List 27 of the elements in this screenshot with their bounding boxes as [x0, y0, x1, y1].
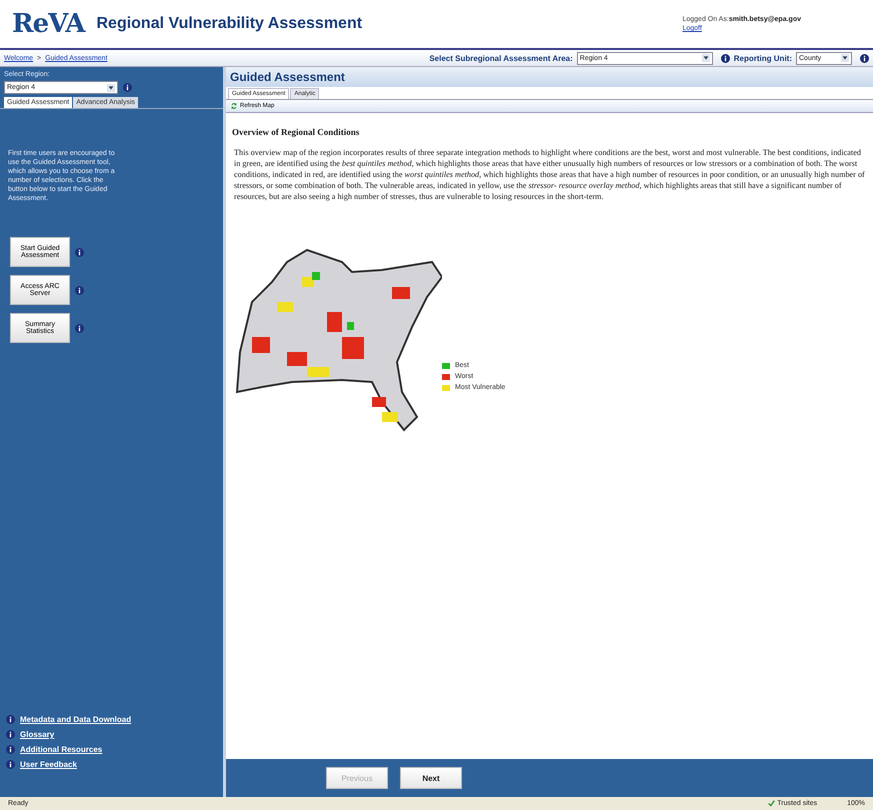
info-icon[interactable] — [860, 54, 869, 62]
sidebar-link[interactable]: Additional Resources — [20, 745, 102, 754]
nav-button[interactable]: Next — [400, 767, 462, 789]
info-icon[interactable] — [6, 730, 15, 739]
info-icon[interactable] — [6, 745, 15, 754]
info-icon[interactable] — [75, 248, 84, 256]
info-icon[interactable] — [123, 83, 132, 92]
sidebar-link[interactable]: User Feedback — [20, 760, 77, 769]
refresh-icon — [230, 102, 238, 110]
logo: ReVA — [12, 9, 84, 39]
caret-icon[interactable] — [702, 54, 710, 62]
checkmark-icon — [768, 800, 776, 807]
info-icon[interactable] — [75, 286, 84, 294]
sidebar-link[interactable]: Glossary — [20, 730, 54, 739]
panel-title: Guided Assessment — [226, 67, 873, 87]
info-icon[interactable] — [75, 324, 84, 332]
reporting-unit-label: Reporting Unit: — [734, 54, 792, 62]
overview-paragraph: This overview map of the region incorporates results of three separate integration methods to highlight where conditions are the best, worst and most vulnerable. The best conditions, indicated in green, are identified using the best quintiles method, which highlights those areas that have either unusually high numbers of resources or low stressors or a combination of both. The worst conditions, indicated in red, are identified using the worst quintiles method, which highlights those areas that have a high number of resources in poor condition, or an unusually high number of stressors, or some combination of both. The vulnerable areas, indicated in yellow, use the stressor- resource overlay method, which highlights areas that still have a significant number of resources, but are also seeing a high number of stresses, thus are vulnerable to losing resources in the short-term. — [233, 147, 866, 202]
caret-icon[interactable] — [107, 84, 115, 92]
subregion-label: Select Subregional Assessment Area: — [429, 54, 573, 62]
app-title: Regional Vulnerability Assessment — [96, 15, 362, 33]
info-icon[interactable] — [720, 54, 730, 62]
info-icon[interactable] — [6, 760, 15, 769]
caret-icon[interactable] — [841, 54, 849, 62]
section-heading: Overview of Regional Conditions — [232, 127, 360, 137]
info-icon[interactable] — [6, 715, 15, 724]
sidebar-link[interactable]: Metadata and Data Download — [20, 715, 132, 724]
